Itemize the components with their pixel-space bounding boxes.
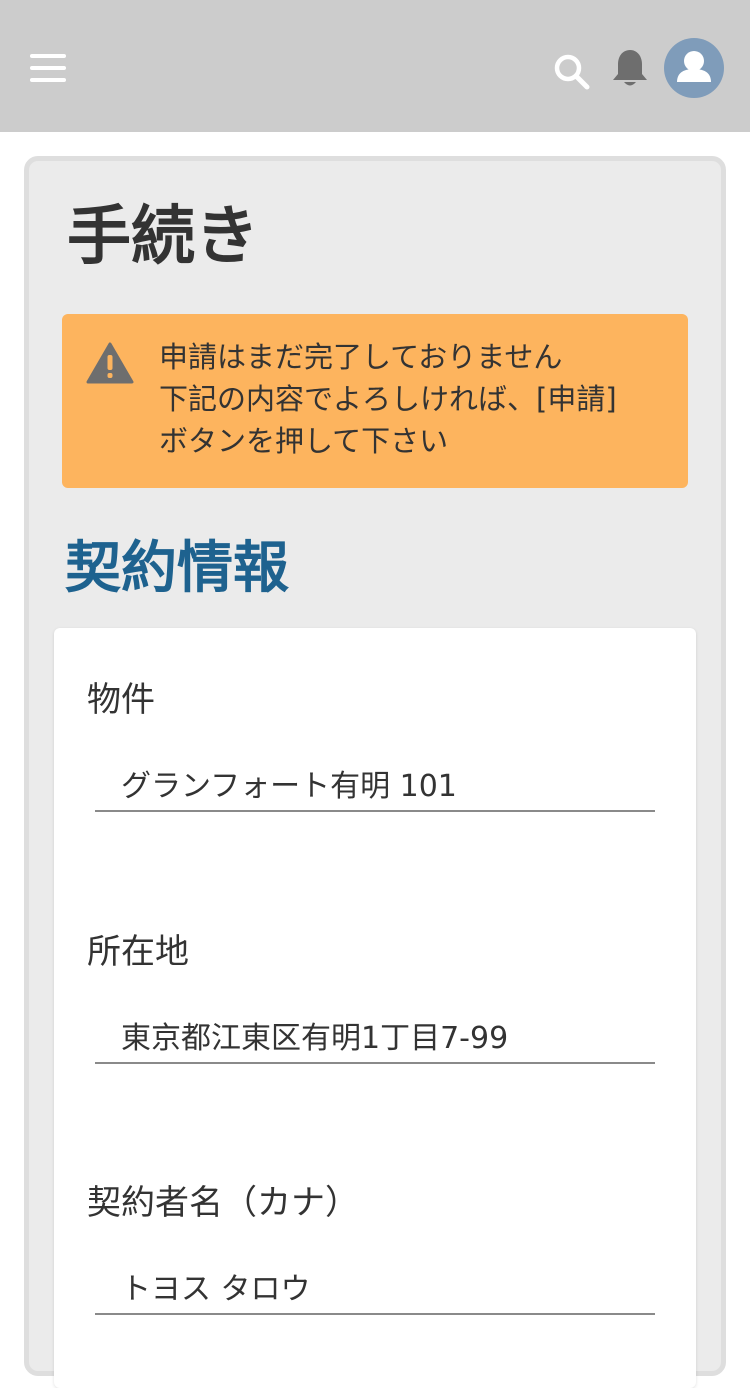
address-label: 所在地 bbox=[87, 932, 189, 972]
contract-info-card: 物件 所在地 契約者名（カナ） bbox=[54, 628, 696, 1388]
alert-line: 下記の内容でよろしければ、[申請] bbox=[159, 382, 617, 416]
top-app-bar bbox=[0, 0, 750, 132]
contractor-kana-input[interactable] bbox=[95, 1259, 655, 1315]
contractor-kana-label: 契約者名（カナ） bbox=[87, 1183, 359, 1223]
hamburger-menu-icon[interactable] bbox=[30, 52, 66, 84]
procedure-panel: 手続き 申請はまだ完了しておりません 下記の内容でよろしければ、[申請] ボタン… bbox=[24, 156, 726, 1388]
property-input[interactable] bbox=[95, 756, 655, 812]
alert-line: ボタンを押して下さい bbox=[159, 424, 449, 458]
incomplete-application-alert: 申請はまだ完了しておりません 下記の内容でよろしければ、[申請] ボタンを押して… bbox=[62, 314, 688, 488]
alert-line: 申請はまだ完了しておりません bbox=[159, 340, 563, 374]
bell-icon[interactable] bbox=[610, 47, 650, 89]
warning-icon bbox=[86, 342, 134, 384]
alert-message: 申請はまだ完了しておりません 下記の内容でよろしければ、[申請] ボタンを押して… bbox=[159, 336, 617, 462]
search-icon[interactable] bbox=[552, 52, 592, 92]
property-label: 物件 bbox=[87, 680, 155, 720]
address-input[interactable] bbox=[95, 1008, 655, 1064]
user-avatar-icon[interactable] bbox=[664, 38, 724, 98]
section-title-contract-info: 契約情報 bbox=[65, 536, 289, 601]
page-title: 手続き bbox=[67, 200, 259, 274]
